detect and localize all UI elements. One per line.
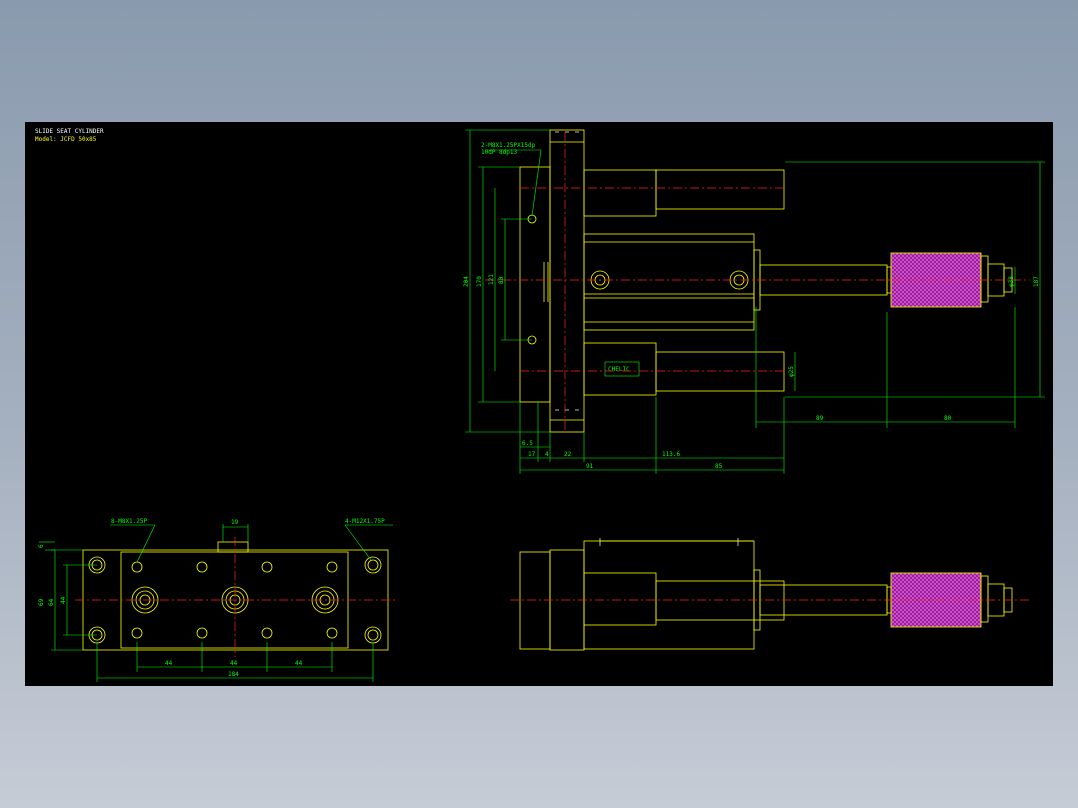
base-dim-44-b: 44: [230, 660, 238, 667]
cad-drawing-svg: SLIDE SEAT CYLINDER Model: JCFD 50x85 CH…: [35, 128, 1045, 682]
mounting-flange: [549, 129, 585, 433]
dim-85: 85: [715, 463, 723, 470]
viewer-background: SLIDE SEAT CYLINDER Model: JCFD 50x85 CH…: [0, 0, 1078, 808]
dim-121: 121: [488, 274, 495, 285]
dim-4: 4: [545, 451, 549, 458]
dim-89: 89: [816, 415, 824, 422]
dim-170: 170: [476, 276, 483, 287]
side-end-plate: [519, 551, 551, 650]
side-guide-rod: [655, 580, 785, 621]
cad-drawing-canvas: SLIDE SEAT CYLINDER Model: JCFD 50x85 CH…: [25, 122, 1053, 686]
side-body: [583, 540, 755, 650]
guide-rod-housing-top: [583, 169, 657, 217]
dim-17: 17: [528, 451, 536, 458]
drawing-model: Model: JCFD 50x85: [35, 136, 97, 143]
dim-22: 22: [564, 451, 572, 458]
dim-phi38: φ38: [1008, 276, 1015, 287]
side-rod-housing: [583, 572, 657, 626]
dim-6-5: 6.5: [522, 440, 533, 447]
drawing-title: SLIDE SEAT CYLINDER: [35, 128, 104, 135]
base-thread-left: 8-M8X1.25P: [111, 518, 148, 525]
base-dim-184: 184: [228, 671, 239, 678]
dim-80: 80: [498, 276, 505, 284]
base-dim-19: 19: [231, 519, 239, 526]
guide-rod-top: [655, 169, 785, 210]
base-dim-44: 44: [60, 596, 67, 604]
guide-rod-bottom: [655, 351, 785, 392]
brand-badge-text: CHELIC: [608, 366, 630, 373]
dim-113-6: 113.6: [662, 451, 680, 458]
base-dim-44-c: 44: [295, 660, 303, 667]
dim-204: 204: [463, 276, 470, 287]
dim-91: 91: [586, 463, 594, 470]
base-thread-right: 4-M12X1.75P: [345, 518, 385, 525]
side-view: [510, 538, 1030, 651]
end-plate: [519, 166, 551, 403]
base-plate-view: [39, 524, 395, 682]
thread-note-line1: 2-M8X1.25PX15dp: [481, 142, 536, 149]
thread-note-line2: 10dP 8dp13: [481, 149, 518, 156]
dim-80-horizontal: 80: [944, 415, 952, 422]
cylinder-body: [583, 233, 755, 331]
base-dim-44-a: 44: [165, 660, 173, 667]
base-dim-64: 64: [48, 598, 55, 606]
dim-187: 187: [1033, 276, 1040, 287]
top-view: CHELIC: [465, 129, 1045, 474]
dim-phi25: φ25: [788, 366, 795, 377]
base-dim-69: 69: [38, 598, 45, 606]
base-dim-6: 6: [38, 544, 45, 548]
